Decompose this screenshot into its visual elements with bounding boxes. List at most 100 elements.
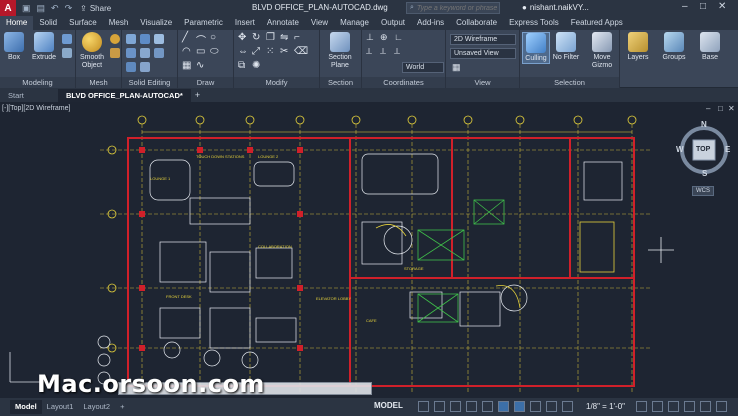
tab-output[interactable]: Output — [375, 16, 411, 30]
compass-south[interactable]: S — [702, 169, 707, 178]
copy-icon[interactable]: ❐ — [266, 32, 275, 43]
arc-icon[interactable]: ◠ — [182, 46, 191, 57]
viewport-minimize-icon[interactable]: – — [706, 104, 710, 113]
tab-mesh[interactable]: Mesh — [103, 16, 135, 30]
share-button[interactable]: ⇪ Share — [80, 4, 111, 13]
rotate-icon[interactable]: ↻ — [252, 32, 260, 43]
close-icon[interactable]: ✕ — [718, 1, 726, 12]
group-draw-label[interactable]: Draw — [178, 77, 233, 88]
presspull-icon[interactable] — [62, 48, 72, 58]
customization-menu-icon[interactable] — [716, 401, 727, 412]
tab-addins[interactable]: Add-ins — [411, 16, 450, 30]
add-layout-button[interactable]: + — [115, 400, 129, 414]
viewcube[interactable]: TOP N S E W — [676, 120, 732, 178]
explode-icon[interactable]: ✺ — [252, 60, 260, 71]
model-space-toggle[interactable]: MODEL — [374, 401, 403, 410]
autocad-logo[interactable]: A — [0, 0, 16, 16]
circle-icon[interactable]: ○ — [210, 32, 216, 43]
ucs-icon[interactable]: ⊥ — [366, 32, 374, 43]
viewcube-top-face[interactable]: TOP — [696, 146, 710, 153]
stretch-icon[interactable]: ⇔ — [238, 46, 248, 57]
annotation-icon[interactable] — [562, 401, 573, 412]
tab-insert[interactable]: Insert — [229, 16, 261, 30]
quick-properties-icon[interactable] — [684, 401, 695, 412]
group-modify-label[interactable]: Modify — [234, 77, 319, 88]
polar-icon[interactable] — [466, 401, 477, 412]
ucs-y-icon[interactable]: ⟂ — [380, 46, 386, 57]
search-input[interactable] — [416, 4, 497, 12]
redo-icon[interactable]: ↷ — [65, 3, 73, 14]
save-icon[interactable]: ▤ — [37, 3, 46, 14]
ellipse-icon[interactable]: ⬭ — [210, 46, 219, 57]
compass-east[interactable]: E — [725, 145, 730, 154]
culling-button[interactable]: Culling — [522, 32, 550, 64]
hatch-icon[interactable]: ▦ — [182, 60, 191, 71]
polyline-icon[interactable]: ⌒ — [196, 32, 206, 47]
fillet-edge-icon[interactable] — [126, 62, 136, 72]
intersect-icon[interactable] — [154, 34, 164, 44]
tab-model[interactable]: Model — [10, 400, 42, 414]
move-gizmo-button[interactable]: Move Gizmo — [586, 32, 618, 70]
thicken-icon[interactable] — [140, 48, 150, 58]
mesh-box-icon[interactable] — [110, 48, 120, 58]
extract-edges-icon[interactable] — [154, 48, 164, 58]
viewport-restore-icon[interactable]: □ — [718, 104, 723, 113]
union-icon[interactable] — [126, 34, 136, 44]
tab-surface[interactable]: Surface — [63, 16, 103, 30]
no-filter-button[interactable]: No Filter — [552, 32, 580, 62]
group-coordinates-label[interactable]: Coordinates — [362, 77, 445, 88]
tab-solid[interactable]: Solid — [33, 16, 63, 30]
ortho-icon[interactable] — [450, 401, 461, 412]
group-section-label[interactable]: Section — [320, 77, 361, 88]
wcs-menu[interactable]: WCS — [692, 186, 714, 196]
tab-express-tools[interactable]: Express Tools — [503, 16, 565, 30]
base-button[interactable]: Base — [696, 32, 724, 62]
ucs-z-icon[interactable]: ⟂ — [394, 46, 400, 57]
polysolid-icon[interactable] — [62, 34, 72, 44]
subtract-icon[interactable] — [140, 34, 150, 44]
fillet-icon[interactable]: ⌐ — [294, 32, 300, 43]
maximize-icon[interactable]: □ — [700, 1, 706, 12]
tab-home[interactable]: Home — [0, 16, 34, 30]
view-select[interactable]: Unsaved View — [450, 48, 516, 59]
box-button[interactable]: Box — [0, 32, 28, 62]
tab-view[interactable]: View — [305, 16, 334, 30]
viewport-close-icon[interactable]: ✕ — [728, 104, 735, 113]
array-icon[interactable]: ⁙ — [266, 46, 274, 57]
rectangle-icon[interactable]: ▭ — [196, 46, 205, 57]
scale-icon[interactable]: ⤢ — [252, 46, 260, 57]
groups-button[interactable]: Groups — [660, 32, 688, 62]
layers-button[interactable]: Layers — [624, 32, 652, 62]
smooth-object-button[interactable]: Smooth Object — [78, 32, 106, 70]
snap-icon[interactable] — [434, 401, 445, 412]
group-mesh-label[interactable]: Mesh — [76, 77, 121, 88]
isolate-icon[interactable] — [700, 401, 711, 412]
drawing-viewport[interactable]: LOUNGE 1 TOUCH DOWN STATIONS LOUNGE 2 CO… — [0, 102, 738, 398]
slice-icon[interactable] — [126, 48, 136, 58]
user-account[interactable]: ● nishant.naikVY... — [522, 3, 589, 12]
tab-layout2[interactable]: Layout2 — [78, 400, 115, 414]
tab-start[interactable]: Start — [0, 89, 58, 102]
group-view-label[interactable]: View — [446, 77, 519, 88]
mesh-sphere-icon[interactable] — [110, 34, 120, 44]
ucs-x-icon[interactable]: ⟂ — [366, 46, 372, 57]
line-icon[interactable]: ╱ — [182, 32, 188, 43]
tab-annotate[interactable]: Annotate — [261, 16, 305, 30]
viewport-config-icon[interactable]: ▦ — [452, 62, 461, 73]
units-icon[interactable] — [668, 401, 679, 412]
otrack-icon[interactable] — [498, 401, 509, 412]
tab-active-drawing[interactable]: BLVD OFFICE_PLAN-AUTOCAD* — [58, 89, 191, 102]
extrude-button[interactable]: Extrude — [30, 32, 58, 62]
ucs-origin-icon[interactable]: ⊕ — [380, 32, 388, 43]
chamfer-edge-icon[interactable] — [140, 62, 150, 72]
erase-icon[interactable]: ⌫ — [294, 46, 308, 57]
annotation-scale[interactable]: 1/8" = 1'-0" — [586, 402, 625, 411]
undo-icon[interactable]: ↶ — [51, 3, 59, 14]
open-icon[interactable]: ▣ — [22, 3, 31, 14]
group-selection-label[interactable]: Selection — [520, 77, 619, 88]
workspace-gear-icon[interactable] — [636, 401, 647, 412]
tab-collaborate[interactable]: Collaborate — [450, 16, 503, 30]
tab-featured-apps[interactable]: Featured Apps — [565, 16, 629, 30]
transparency-icon[interactable] — [530, 401, 541, 412]
new-tab-button[interactable]: + — [191, 89, 204, 102]
